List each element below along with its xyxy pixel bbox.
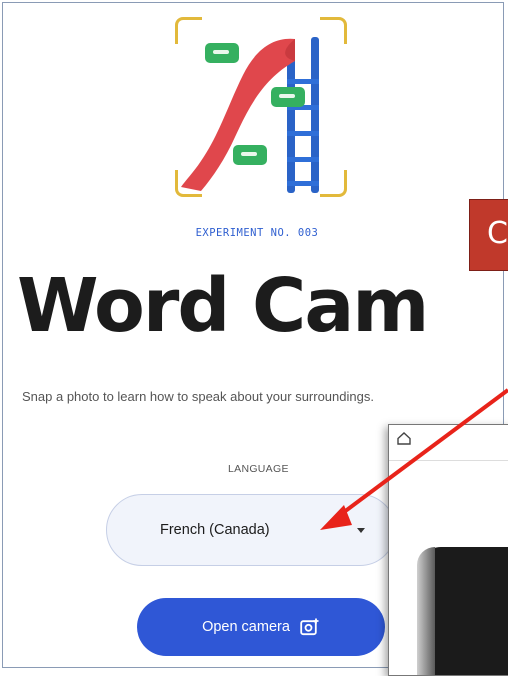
camera-preview-edge (417, 547, 435, 675)
open-camera-label: Open camera (202, 619, 290, 635)
language-select[interactable]: French (Canada) (106, 494, 396, 566)
language-selected-value: French (Canada) (160, 522, 270, 538)
add-photo-icon (300, 618, 319, 636)
page-subtitle: Snap a photo to learn how to speak about… (22, 389, 374, 404)
hero-illustration (175, 17, 347, 197)
dropdown-caret-icon (357, 528, 365, 533)
home-icon[interactable] (397, 432, 411, 445)
annotation-box-text: C (487, 216, 508, 251)
camera-preview-image (417, 547, 508, 675)
language-label: LANGUAGE (228, 463, 289, 475)
page-title: Word Cam (17, 263, 429, 349)
experiment-label: EXPERIMENT NO. 003 (195, 227, 319, 239)
annotation-box: C (469, 199, 508, 271)
overlay-divider (389, 460, 508, 461)
slide-illustration-icon (181, 37, 319, 193)
open-camera-button[interactable]: Open camera (137, 598, 385, 656)
overlay-window (388, 424, 508, 676)
